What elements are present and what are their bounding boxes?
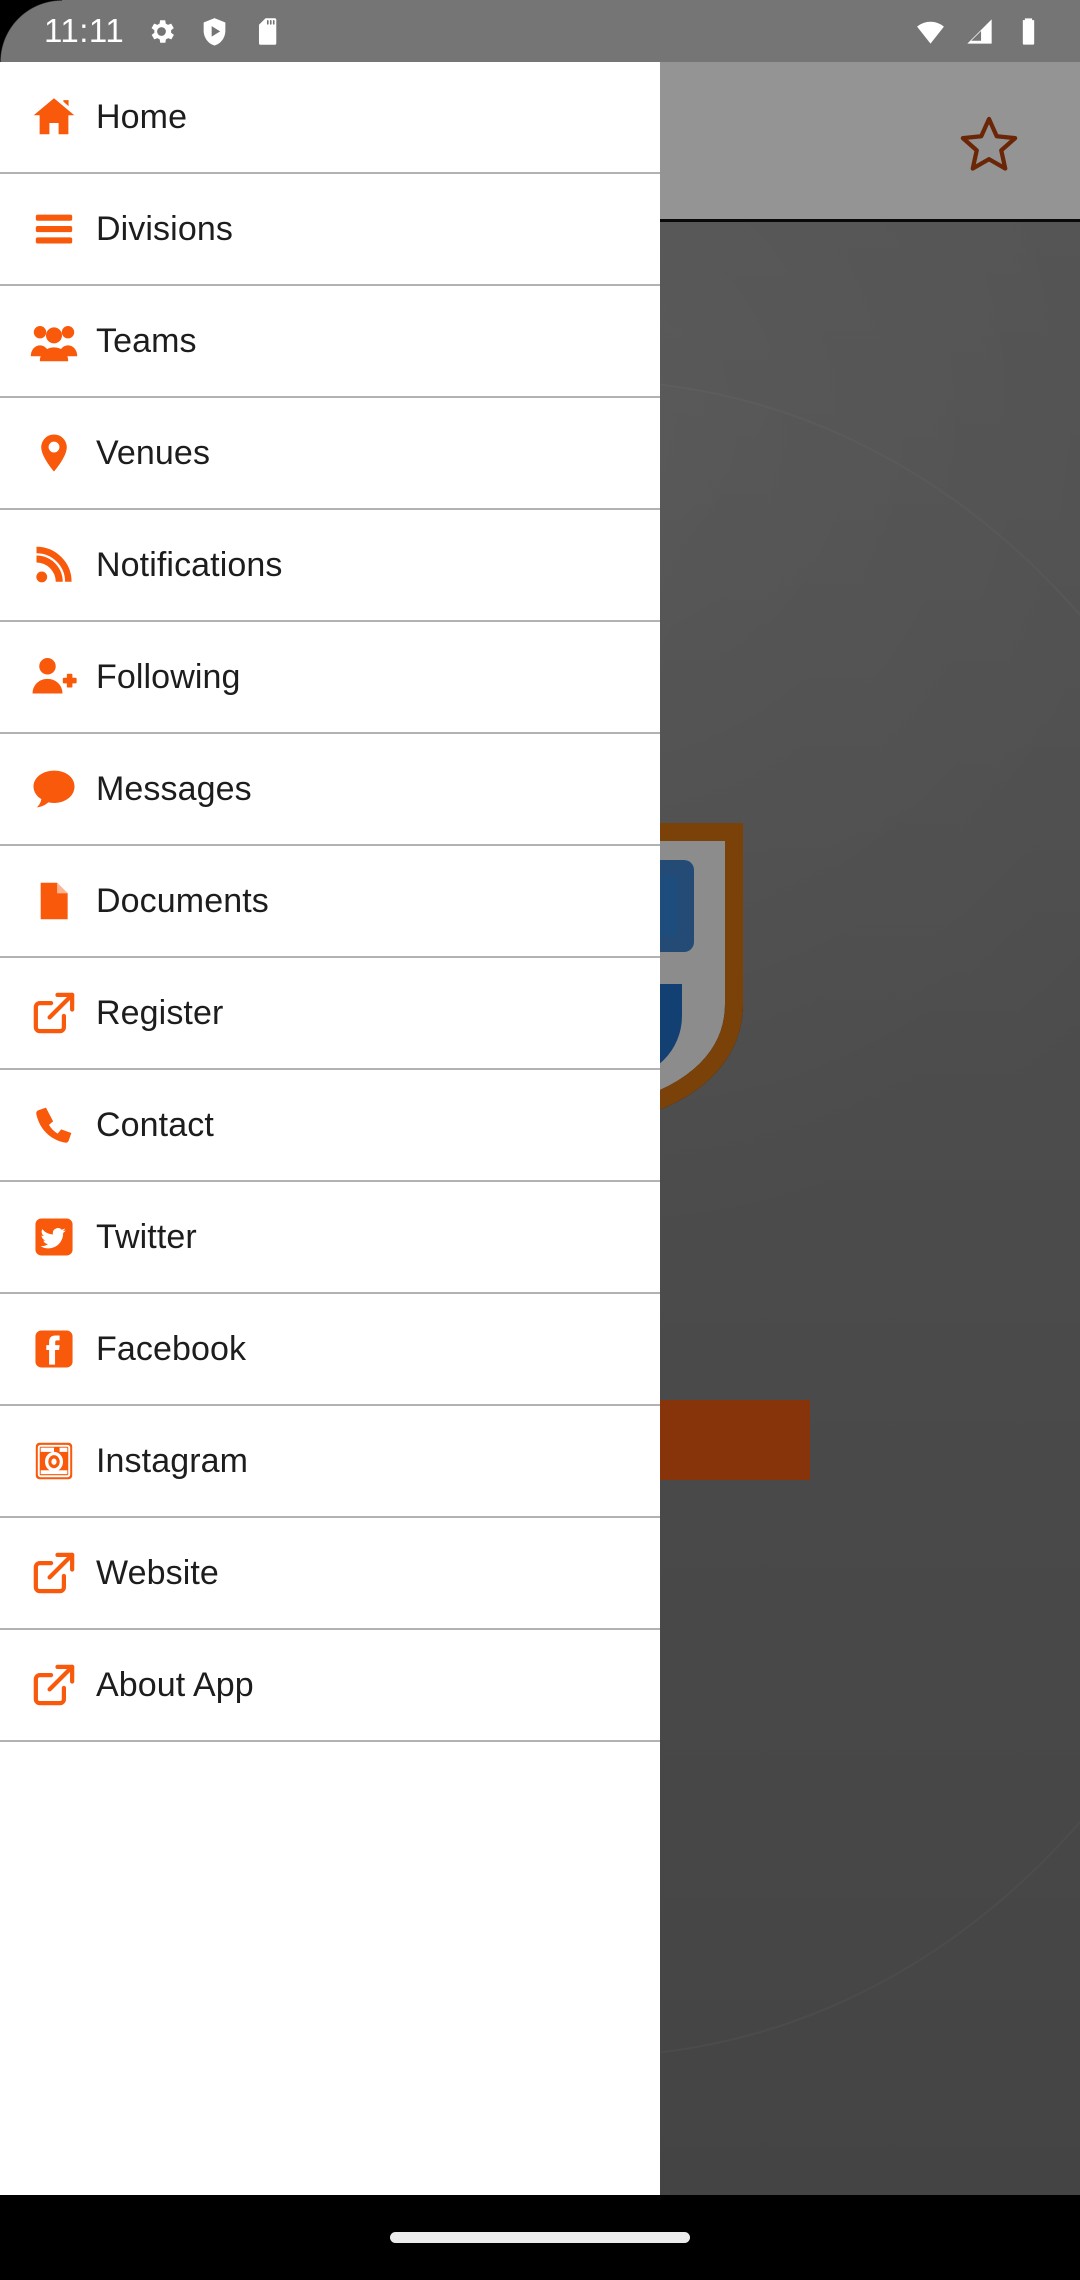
sidebar-item-label: Twitter: [96, 1218, 197, 1256]
screen-corner-mask: [0, 0, 62, 62]
sidebar-item-divisions[interactable]: Divisions: [0, 174, 660, 286]
external-link-icon: [28, 987, 80, 1039]
users-group-icon: [28, 315, 80, 367]
gesture-pill[interactable]: [390, 2232, 690, 2243]
sidebar-item-notifications[interactable]: Notifications: [0, 510, 660, 622]
list-bars-icon: [28, 203, 80, 255]
rss-feed-icon: [28, 539, 80, 591]
facebook-icon: [28, 1323, 80, 1375]
sidebar-item-label: Facebook: [96, 1330, 247, 1368]
map-pin-icon: [28, 427, 80, 479]
sidebar-item-contact[interactable]: Contact: [0, 1070, 660, 1182]
wifi-icon: [915, 16, 946, 47]
sd-card-icon: [252, 16, 283, 47]
twitter-icon: [28, 1211, 80, 1263]
cell-signal-icon: [964, 16, 995, 47]
sidebar-item-label: Contact: [96, 1106, 214, 1144]
sidebar-item-label: Website: [96, 1554, 219, 1592]
sidebar-item-following[interactable]: Following: [0, 622, 660, 734]
sidebar-item-facebook[interactable]: Facebook: [0, 1294, 660, 1406]
sidebar-item-teams[interactable]: Teams: [0, 286, 660, 398]
sidebar-item-documents[interactable]: Documents: [0, 846, 660, 958]
sidebar-item-label: About App: [96, 1666, 254, 1704]
sidebar-item-messages[interactable]: Messages: [0, 734, 660, 846]
battery-icon: [1013, 16, 1044, 47]
sidebar-item-instagram[interactable]: Instagram: [0, 1406, 660, 1518]
document-icon: [28, 875, 80, 927]
external-link-icon: [28, 1547, 80, 1599]
status-bar-right: [915, 16, 1080, 47]
sidebar-item-label: Messages: [96, 770, 252, 808]
instagram-icon: [28, 1435, 80, 1487]
sidebar-item-label: Divisions: [96, 210, 233, 248]
sidebar-item-label: Following: [96, 658, 241, 696]
sidebar-item-label: Teams: [96, 322, 197, 360]
user-plus-icon: [28, 651, 80, 703]
gear-icon: [146, 16, 177, 47]
sidebar-item-label: Home: [96, 98, 188, 136]
sidebar-item-label: Instagram: [96, 1442, 249, 1480]
drawer-empty-space: [0, 1742, 660, 2182]
navigation-drawer[interactable]: Home Divisions Teams Venues Notification…: [0, 62, 660, 2195]
sidebar-item-label: Notifications: [96, 546, 283, 584]
sidebar-item-website[interactable]: Website: [0, 1518, 660, 1630]
home-icon: [28, 91, 80, 143]
phone-icon: [28, 1099, 80, 1151]
sidebar-item-twitter[interactable]: Twitter: [0, 1182, 660, 1294]
sidebar-item-label: Register: [96, 994, 224, 1032]
sidebar-item-register[interactable]: Register: [0, 958, 660, 1070]
sidebar-item-venues[interactable]: Venues: [0, 398, 660, 510]
system-navigation-bar: [0, 2195, 1080, 2280]
status-bar: 11:11: [0, 0, 1080, 62]
external-link-icon: [28, 1659, 80, 1711]
sidebar-item-home[interactable]: Home: [0, 62, 660, 174]
speech-bubble-icon: [28, 763, 80, 815]
phone-screen: 11:11 Home Divisions Teams Venues Notifi…: [0, 0, 1080, 2280]
sidebar-item-label: Documents: [96, 882, 269, 920]
sidebar-item-about-app[interactable]: About App: [0, 1630, 660, 1742]
shield-play-icon: [199, 16, 230, 47]
sidebar-item-label: Venues: [96, 434, 211, 472]
